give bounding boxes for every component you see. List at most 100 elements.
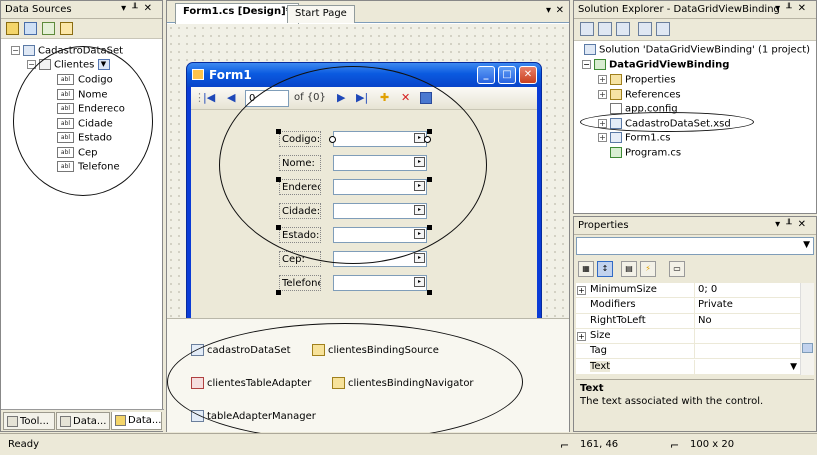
property-row[interactable]: + MinimumSize 0; 0 <box>576 283 800 299</box>
csharp-file-icon <box>610 147 622 158</box>
solution-node[interactable]: Solution 'DataGridViewBinding' (1 projec… <box>584 44 810 56</box>
pin-icon[interactable]: ╨ <box>786 4 797 14</box>
view-designer-icon[interactable] <box>656 22 670 36</box>
description-title: Text <box>580 383 604 394</box>
property-row[interactable]: Modifiers Private <box>576 298 800 314</box>
refresh-icon[interactable] <box>60 22 73 35</box>
project-node[interactable]: − DataGridViewBinding <box>582 59 729 71</box>
folder-icon <box>610 89 622 100</box>
annotation-ellipse <box>167 323 523 441</box>
pin-icon[interactable]: ╨ <box>786 220 797 230</box>
scrollbar-thumb[interactable] <box>802 343 813 353</box>
annotation-ellipse <box>13 46 153 196</box>
expand-icon[interactable]: + <box>598 75 607 84</box>
annotation-ellipse <box>219 66 487 264</box>
dropdown-icon[interactable]: ▾ <box>775 3 786 14</box>
edit-dataset-icon[interactable] <box>24 22 37 35</box>
data-sources-title: Data Sources <box>5 4 72 15</box>
data-sources-panel: Data Sources ▾╨✕ − CadastroDataSet − Clien… <box>0 0 164 432</box>
view-code-icon[interactable] <box>638 22 652 36</box>
property-row[interactable]: RightToLeft No <box>576 313 800 329</box>
tree-item-form1-cs[interactable]: + Form1.cs <box>598 132 670 144</box>
minimize-icon[interactable]: _ <box>477 66 495 84</box>
smart-tag-icon[interactable]: ▸ <box>414 277 425 287</box>
expand-icon[interactable]: + <box>577 286 586 295</box>
collapse-icon[interactable]: − <box>11 46 20 55</box>
telefone-textbox[interactable]: ▸ <box>333 275 427 291</box>
description-text: The text associated with the control. <box>580 396 764 407</box>
solution-explorer-toolbar <box>574 19 816 41</box>
datasource-icon <box>115 415 126 426</box>
form-title: Form1 <box>209 68 252 82</box>
pin-icon[interactable]: ╨ <box>132 4 143 14</box>
status-position: 161, 46 <box>580 439 619 450</box>
properties-title: Properties <box>578 220 629 231</box>
solution-explorer-title-bar: Solution Explorer - DataGridViewBinding … <box>574 1 816 19</box>
tree-item-program-cs[interactable]: Program.cs <box>610 147 681 159</box>
dropdown-icon[interactable]: ▾ <box>775 219 786 230</box>
chevron-down-icon[interactable]: ▼ <box>803 240 810 250</box>
selection-handle[interactable] <box>427 290 432 295</box>
close-icon[interactable]: ✕ <box>798 219 812 230</box>
property-row-selected[interactable]: Text ▼ <box>576 359 800 375</box>
folder-icon <box>610 74 622 85</box>
tree-item-references[interactable]: + References <box>598 89 681 101</box>
toolbox-icon <box>7 416 18 427</box>
label-telefone[interactable]: Telefone: <box>279 275 321 291</box>
smart-tag-icon[interactable]: ▸ <box>414 253 425 263</box>
status-bar: Ready ⌐ 161, 46 ⌐ 100 x 20 <box>0 433 817 455</box>
form-file-icon <box>610 132 622 143</box>
property-pages-icon[interactable]: ▭ <box>669 261 685 277</box>
tree-item-properties[interactable]: + Properties <box>598 74 676 86</box>
close-icon[interactable]: ✕ <box>144 3 158 14</box>
design-surface: Form1 _ □ ✕ ⋮ |◀ ◀ 0 of {0} ▶ ▶| ✚ ✕ Cod… <box>167 24 569 324</box>
tab-start-page[interactable]: Start Page <box>287 5 355 23</box>
chevron-down-icon[interactable]: ▼ <box>790 362 797 372</box>
events-icon[interactable]: ⚡ <box>640 261 656 277</box>
properties-view-icon[interactable]: ▤ <box>621 261 637 277</box>
move-first-icon[interactable]: |◀ <box>203 91 215 104</box>
configure-dataset-icon[interactable] <box>42 22 55 35</box>
close-icon[interactable]: ✕ <box>556 5 564 16</box>
show-all-files-icon[interactable] <box>598 22 612 36</box>
properties-panel: Properties ▾╨✕ ▼ ▦ ↕ ▤ ⚡ ▭ + MinimumSize 0… <box>573 216 817 432</box>
object-selector[interactable]: ▼ <box>576 237 814 255</box>
annotation-ellipse <box>580 112 754 132</box>
property-grid: + MinimumSize 0; 0 Modifiers Private RightT… <box>576 283 800 375</box>
size-icon: ⌐ <box>670 439 680 452</box>
solution-explorer-panel: Solution Explorer - DataGridViewBinding … <box>573 0 817 214</box>
add-data-source-icon[interactable] <box>6 22 19 35</box>
dropdown-icon[interactable]: ▾ <box>121 3 132 14</box>
properties-scrollbar[interactable] <box>800 283 814 375</box>
expand-icon[interactable]: + <box>577 331 586 341</box>
database-icon <box>60 416 71 427</box>
move-previous-icon[interactable]: ◀ <box>227 91 235 104</box>
property-row[interactable]: + Size <box>576 328 800 345</box>
collapse-icon[interactable]: − <box>582 60 591 69</box>
status-size: 100 x 20 <box>690 439 735 450</box>
refresh-icon[interactable] <box>616 22 630 36</box>
properties-icon[interactable] <box>580 22 594 36</box>
expand-icon[interactable]: + <box>598 90 607 99</box>
position-icon: ⌐ <box>560 439 570 452</box>
tab-toolbox[interactable]: Tool... <box>3 412 55 430</box>
document-tabs: Form1.cs [Design]* Start Page ▾ ✕ <box>167 1 569 24</box>
expand-icon[interactable]: + <box>598 133 607 142</box>
properties-title-bar: Properties ▾╨✕ <box>574 217 816 235</box>
dropdown-icon[interactable]: ▾ <box>546 5 551 16</box>
tab-form1-design[interactable]: Form1.cs [Design]* <box>175 3 299 24</box>
property-row[interactable]: Tag <box>576 344 800 360</box>
categorized-icon[interactable]: ▦ <box>578 261 594 277</box>
alphabetical-icon[interactable]: ↕ <box>597 261 613 277</box>
tab-data-1[interactable]: Data... <box>56 412 110 430</box>
maximize-icon[interactable]: □ <box>498 66 516 84</box>
project-icon <box>594 59 606 70</box>
solution-icon <box>584 44 596 55</box>
tab-data-sources[interactable]: Data... <box>111 412 162 430</box>
selection-handle[interactable] <box>276 290 281 295</box>
close-icon[interactable]: ✕ <box>519 66 537 84</box>
form-icon <box>192 69 204 80</box>
close-icon[interactable]: ✕ <box>798 3 812 14</box>
component-tray: cadastroDataSet clientesBindingSource cl… <box>167 318 569 441</box>
designer-panel: Form1.cs [Design]* Start Page ▾ ✕ Form1 … <box>166 0 570 441</box>
